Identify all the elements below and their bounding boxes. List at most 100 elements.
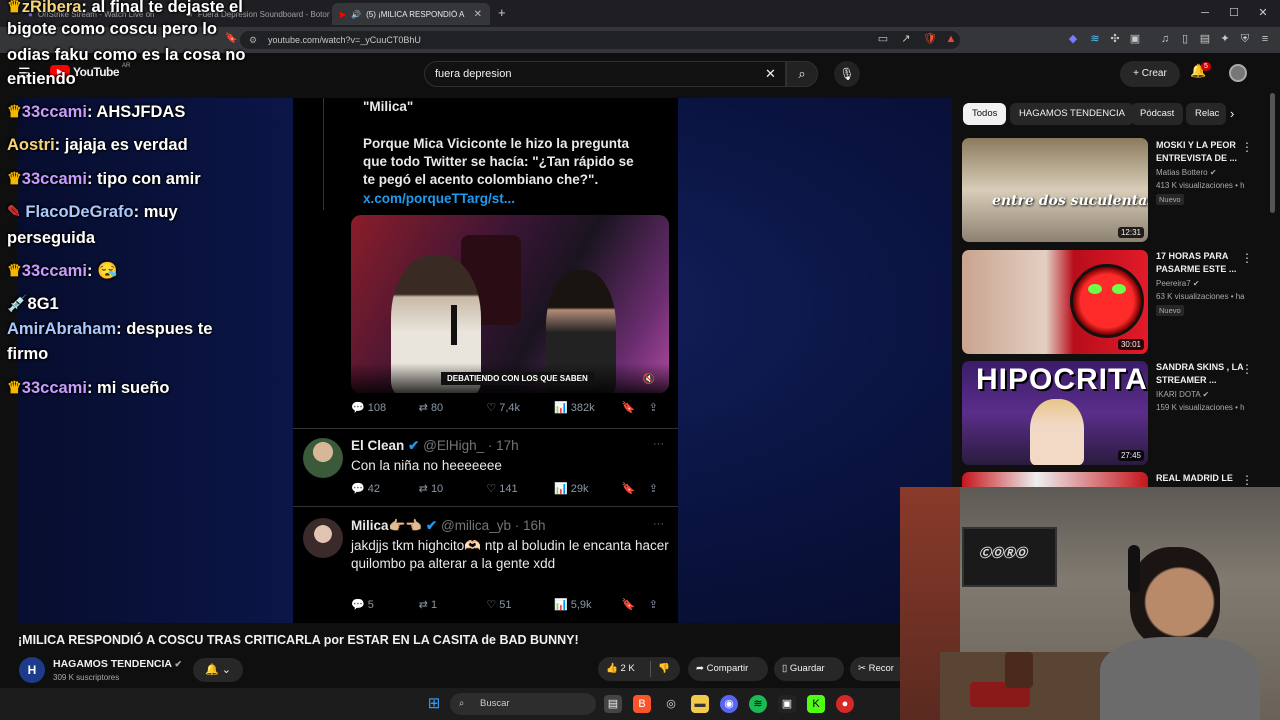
video-thumbnail[interactable]	[962, 472, 1148, 488]
reply-avatar[interactable]	[303, 518, 343, 558]
like-button[interactable]: 👍 2 K	[606, 657, 635, 681]
reply-handle: @ElHigh_ · 17h	[423, 438, 519, 453]
brave-shield-icon[interactable]: 🛡	[923, 32, 937, 46]
channel-name[interactable]: HAGAMOS TENDENCIA ✔	[53, 658, 182, 670]
chip-related[interactable]: Relac	[1186, 103, 1226, 125]
account-avatar[interactable]	[1229, 64, 1247, 82]
mute-icon[interactable]: 🔇	[643, 374, 655, 385]
subscribed-notifications-button[interactable]: 🔔 ⌄	[193, 658, 243, 682]
reply-count[interactable]: 💬 42	[351, 482, 419, 495]
taskbar-search[interactable]: ⌕ Buscar	[450, 693, 596, 715]
brave-browser-icon[interactable]: B	[633, 695, 651, 713]
share-tweet-icon[interactable]: ⇪	[649, 482, 669, 495]
scrollbar-thumb[interactable]	[1270, 93, 1275, 213]
menu-icon[interactable]: ≡	[1258, 32, 1272, 46]
chip-channel[interactable]: HAGAMOS TENDENCIA	[1010, 103, 1134, 125]
reply-avatar[interactable]	[303, 438, 343, 478]
dislike-button[interactable]: 👎	[658, 657, 670, 681]
extension-icon[interactable]: ◆	[1066, 32, 1080, 46]
like-count[interactable]: ♡ 51	[486, 598, 554, 611]
kick-icon[interactable]: K	[807, 695, 825, 713]
sidebar-icon[interactable]: ▯	[1178, 32, 1192, 46]
clear-search-icon[interactable]: ✕	[765, 66, 776, 82]
like-count[interactable]: ♡ 141	[486, 482, 554, 495]
voice-search-button[interactable]: 🎙	[834, 61, 860, 87]
new-tab-button[interactable]: +	[498, 5, 506, 20]
wallet-icon[interactable]: ▤	[1198, 32, 1212, 46]
view-count: 63 K visualizaciones • ha	[1156, 292, 1245, 301]
video-title[interactable]: MOSKI Y LA PEOR ENTREVISTA DE ...	[1156, 139, 1246, 165]
task-view-icon[interactable]: ▤	[604, 695, 622, 713]
reply-count[interactable]: 💬 108	[351, 401, 419, 414]
view-count[interactable]: 📊 29k	[554, 482, 622, 495]
url-field[interactable]: ⚙ youtube.com/watch?v=_yCuuCT0BhU	[240, 31, 960, 49]
media-icon[interactable]: ♫	[1158, 32, 1172, 46]
close-tab-icon[interactable]: ✕	[474, 9, 482, 20]
reply-metrics: 💬 42 ⇄ 10 ♡ 141 📊 29k 🔖 ⇪	[351, 482, 669, 495]
more-options-icon[interactable]: ⋮	[1241, 140, 1253, 154]
file-explorer-icon[interactable]: ▬	[691, 695, 709, 713]
extension-icon[interactable]: ▣	[1128, 32, 1142, 46]
tweet-link[interactable]: x.com/porqueTTarg/st...	[363, 190, 515, 208]
search-button[interactable]: ⌕	[786, 61, 818, 87]
app-icon[interactable]: ●	[836, 695, 854, 713]
create-button[interactable]: + Crear	[1120, 61, 1180, 87]
video-thumbnail[interactable]: HIPOCRITA 27:45	[962, 361, 1148, 465]
puzzle-icon[interactable]: ✣	[1108, 32, 1122, 46]
chip-podcasts[interactable]: Pódcast	[1131, 103, 1184, 125]
channel-name[interactable]: Matias Bottero ✔	[1156, 168, 1217, 177]
more-options-icon[interactable]: ⋮	[1241, 362, 1253, 376]
bookmark-tweet-icon[interactable]: 🔖	[622, 401, 649, 414]
clip-button[interactable]: ✂ Recor	[850, 657, 900, 681]
search-input[interactable]: fuera depresion ✕	[424, 61, 786, 87]
more-options-icon[interactable]: ⋮	[1241, 473, 1253, 487]
more-options-icon[interactable]: ···	[653, 438, 664, 450]
retweet-count[interactable]: ⇄ 10	[419, 482, 487, 495]
save-button[interactable]: ▯ Guardar	[774, 657, 844, 681]
obs-icon[interactable]: ◎	[662, 695, 680, 713]
leo-icon[interactable]: ✦	[1218, 32, 1232, 46]
chevron-right-icon[interactable]: ›	[1230, 106, 1234, 121]
channel-avatar[interactable]: H	[19, 657, 45, 683]
tab-youtube-active[interactable]: ▶ 🔊 (5) ¡MILICA RESPONDIÓ A COSCU ✕	[332, 3, 490, 25]
share-icon[interactable]: ↗	[899, 32, 913, 46]
video-thumbnail[interactable]: entre dos suculentas MOSKI 12:31	[962, 138, 1148, 242]
minimize-button[interactable]: ─	[1195, 5, 1215, 21]
app-icon[interactable]: ▣	[778, 695, 796, 713]
view-count[interactable]: 📊 382k	[554, 401, 622, 414]
rewards-icon[interactable]: ▲	[944, 32, 958, 46]
headset-icon	[1128, 545, 1140, 593]
share-tweet-icon[interactable]: ⇪	[649, 401, 669, 414]
share-tweet-icon[interactable]: ⇪	[649, 598, 669, 611]
cast-icon[interactable]: ▭	[876, 32, 890, 46]
tweet-video-thumbnail[interactable]: DEBATIENDO CON LOS QUE SABEN 🔇	[351, 215, 669, 393]
view-count[interactable]: 📊 5,9k	[554, 598, 622, 611]
retweet-count[interactable]: ⇄ 80	[419, 401, 487, 414]
channel-name[interactable]: Peereira7 ✔	[1156, 279, 1200, 288]
bookmark-tweet-icon[interactable]: 🔖	[622, 482, 649, 495]
reply-name[interactable]: Milica👉🏼👈🏼	[351, 518, 422, 533]
video-thumbnail[interactable]: 30:01	[962, 250, 1148, 354]
video-title[interactable]: REAL MADRID LE	[1156, 472, 1246, 485]
share-button[interactable]: ➦ Compartir	[688, 657, 768, 681]
vpn-icon[interactable]: ⛨	[1238, 32, 1252, 46]
windows-start-icon[interactable]: ⊞	[425, 695, 443, 713]
maximize-button[interactable]: ☐	[1224, 5, 1244, 21]
retweet-count[interactable]: ⇄ 1	[419, 598, 487, 611]
bookmark-tweet-icon[interactable]: 🔖	[622, 598, 649, 611]
discord-icon[interactable]: ◉	[720, 695, 738, 713]
video-title[interactable]: 17 HORAS PARA PASARME ESTE ...	[1156, 250, 1246, 276]
chat-text: mi sueño	[97, 379, 170, 397]
reply-name[interactable]: El Clean	[351, 438, 404, 453]
channel-name[interactable]: IKARI DOTA ✔	[1156, 390, 1209, 399]
like-count[interactable]: ♡ 7,4k	[486, 401, 554, 414]
close-window-button[interactable]: ✕	[1253, 5, 1273, 21]
spotify-icon[interactable]: ≋	[749, 695, 767, 713]
extension-icon[interactable]: ≋	[1088, 32, 1102, 46]
video-title[interactable]: SANDRA SKINS , LA STREAMER ...	[1156, 361, 1246, 387]
reply-count[interactable]: 💬 5	[351, 598, 419, 611]
more-options-icon[interactable]: ⋮	[1241, 251, 1253, 265]
more-options-icon[interactable]: ···	[653, 518, 664, 530]
site-info-icon[interactable]: ⚙	[249, 31, 257, 49]
chip-all[interactable]: Todos	[963, 103, 1007, 125]
